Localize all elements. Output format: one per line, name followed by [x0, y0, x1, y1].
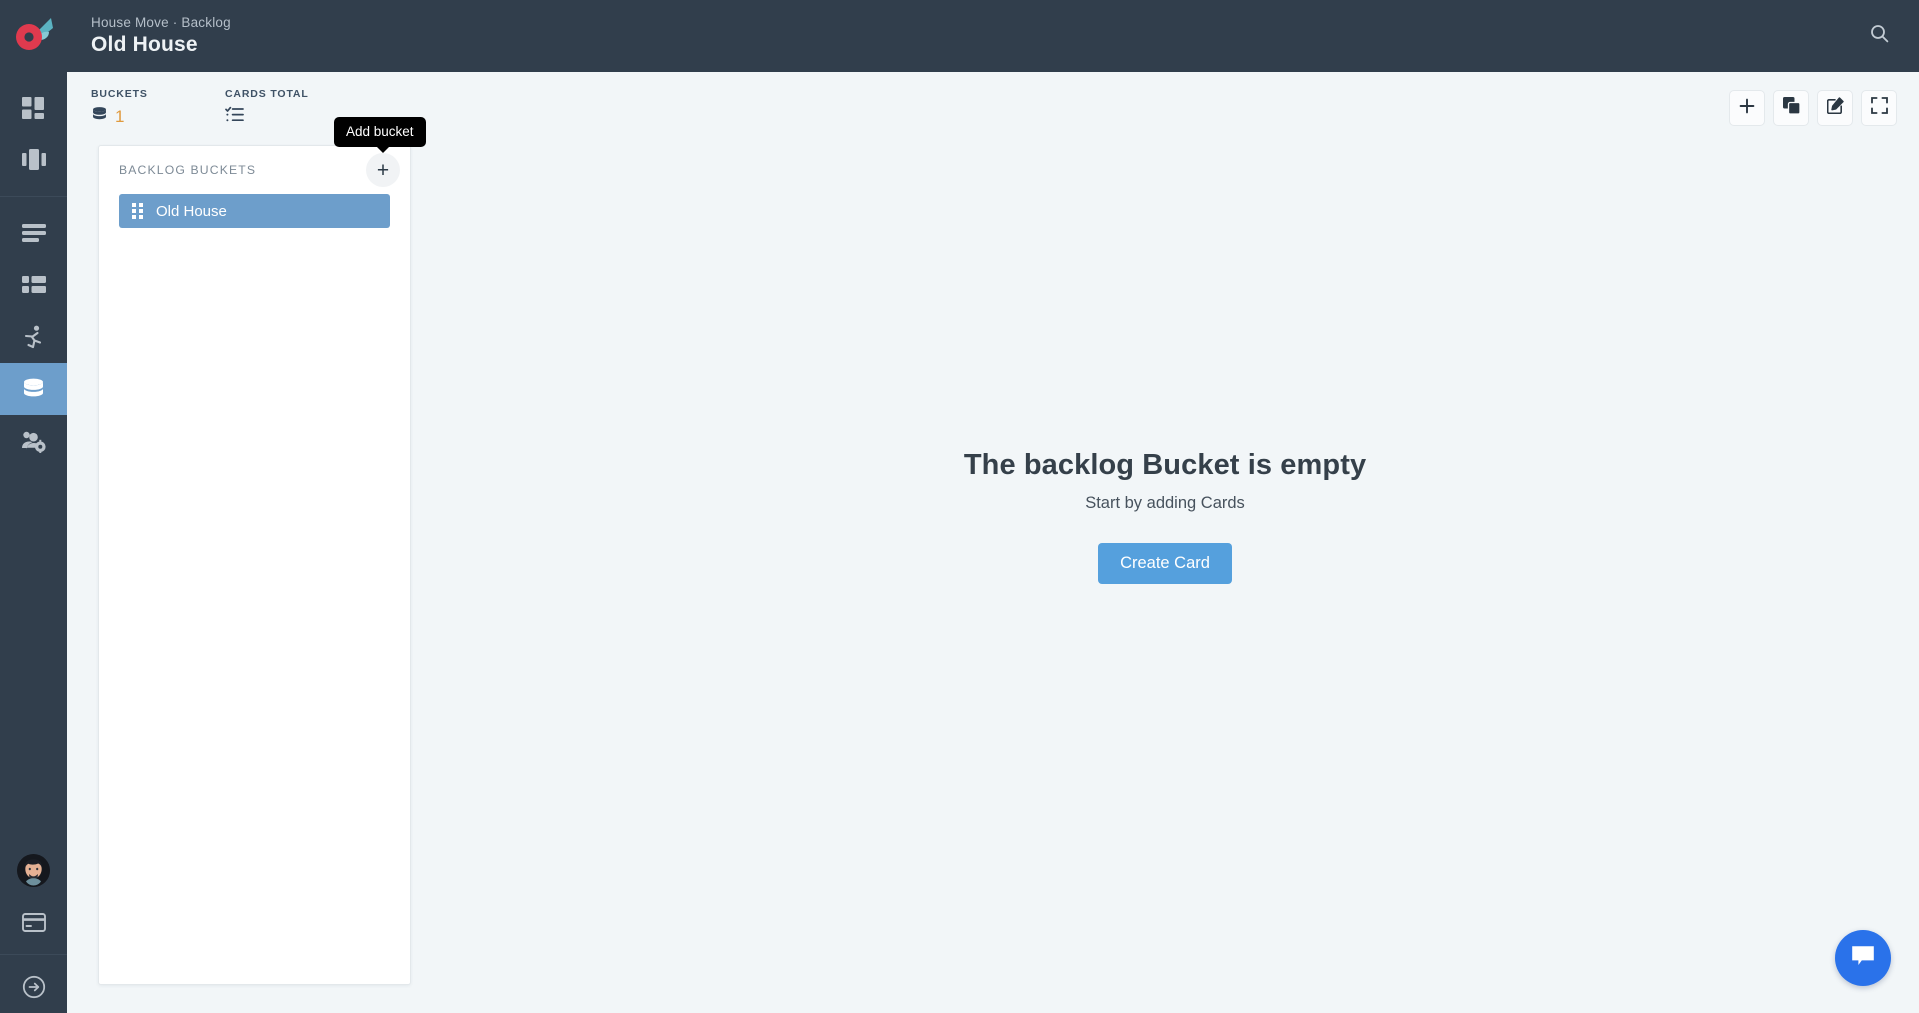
stat-buckets-value: 1 [115, 107, 125, 126]
running-person-icon [23, 325, 45, 349]
sidebar-item-boards[interactable] [0, 134, 67, 186]
database-stack-icon [91, 106, 108, 128]
add-button[interactable] [1729, 90, 1765, 126]
sidebar-item-table[interactable] [0, 259, 67, 311]
bucket-list-item[interactable]: Old House [119, 194, 390, 228]
sidebar-bottom-group [0, 844, 67, 1013]
sidebar-item-lists[interactable] [0, 207, 67, 259]
empty-state-subtitle: Start by adding Cards [1085, 494, 1245, 512]
credit-card-icon [21, 912, 46, 932]
stat-cards-total-label: CARDS TOTAL [225, 88, 309, 100]
logout-arrow-icon [22, 975, 46, 999]
backlog-buckets-header: BACKLOG BUCKETS + [99, 146, 410, 194]
app-logo[interactable] [0, 0, 67, 72]
search-icon [1870, 24, 1889, 48]
avatar[interactable] [0, 844, 67, 896]
avatar-image [17, 853, 50, 887]
board-columns-icon [21, 149, 46, 171]
pencil-square-icon [1826, 97, 1844, 119]
sidebar-item-activity[interactable] [0, 311, 67, 363]
list-lines-icon [21, 224, 46, 242]
add-bucket-button[interactable]: + [366, 153, 400, 187]
copy-stack-icon [1782, 97, 1801, 119]
chat-bubble-icon [1850, 944, 1876, 973]
checklist-icon [225, 106, 244, 128]
fullscreen-button[interactable] [1861, 90, 1897, 126]
table-grid-icon [21, 276, 46, 294]
stat-cards-total: CARDS TOTAL [225, 88, 309, 128]
backlog-buckets-title: BACKLOG BUCKETS [119, 163, 257, 177]
chat-button[interactable] [1835, 930, 1891, 986]
empty-state-title: The backlog Bucket is empty [963, 449, 1367, 481]
sidebar-group-2 [0, 196, 67, 477]
database-stack-icon [21, 377, 46, 402]
drag-handle-icon[interactable] [132, 203, 143, 219]
bucket-name: Old House [156, 202, 227, 220]
edit-button[interactable] [1817, 90, 1853, 126]
board-toolbar [1729, 90, 1897, 126]
sidebar-item-team-settings[interactable] [0, 415, 67, 467]
create-card-button[interactable]: Create Card [1098, 543, 1232, 584]
stat-buckets-label: BUCKETS [91, 88, 148, 100]
empty-state: The backlog Bucket is empty Start by add… [411, 140, 1919, 1013]
stat-buckets: BUCKETS 1 [91, 88, 148, 128]
left-sidebar [0, 0, 67, 1013]
sidebar-item-billing[interactable] [0, 896, 67, 948]
tooltip-add-bucket: Add bucket [334, 117, 426, 153]
breadcrumb: House Move · Backlog [91, 15, 231, 30]
plus-icon [1739, 98, 1755, 119]
sidebar-divider [0, 954, 67, 955]
sidebar-group-1 [0, 72, 67, 196]
sidebar-item-dashboard[interactable] [0, 82, 67, 134]
dashboard-grid-icon [22, 96, 45, 120]
users-gear-icon [21, 430, 47, 453]
backlog-buckets-panel: BACKLOG BUCKETS + Old House [98, 145, 411, 985]
app-header: House Move · Backlog Old House [67, 0, 1919, 72]
page-title: Old House [91, 33, 198, 56]
duplicate-button[interactable] [1773, 90, 1809, 126]
search-button[interactable] [1865, 22, 1893, 50]
sidebar-item-logout[interactable] [0, 961, 67, 1013]
expand-corners-icon [1870, 97, 1888, 119]
sidebar-item-backlog[interactable] [0, 363, 67, 415]
